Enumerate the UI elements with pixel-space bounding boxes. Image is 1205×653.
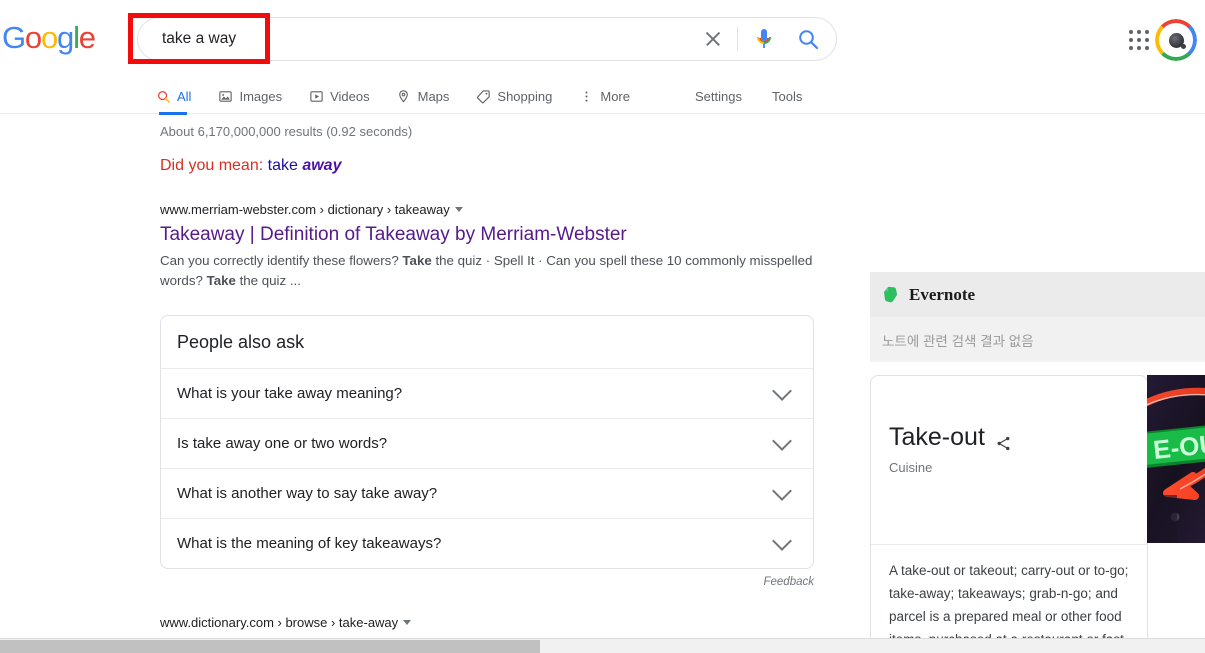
paa-question-text: Is take away one or two words? — [177, 435, 388, 452]
paa-question-text: What is your take away meaning? — [177, 385, 403, 402]
avatar-face — [1168, 32, 1186, 49]
tab-label: Videos — [330, 88, 370, 104]
search-icon[interactable] — [796, 27, 820, 51]
tab-label: Maps — [417, 88, 450, 104]
did-you-mean-correction[interactable]: away — [302, 157, 341, 174]
result-url-text: www.dictionary.com › browse › take-away — [160, 615, 399, 630]
paa-question-2[interactable]: Is take away one or two words? — [161, 418, 813, 468]
tab-label: Shopping — [497, 88, 553, 104]
did-you-mean-label: Did you mean: — [160, 157, 264, 174]
knowledge-panel-titlebox: Take-out Cuisine — [871, 376, 1147, 544]
divider — [737, 27, 738, 51]
result-snippet: Can you correctly identify these flowers… — [160, 251, 820, 291]
paa-question-1[interactable]: What is your take away meaning? — [161, 368, 813, 418]
evernote-elephant-icon — [882, 285, 901, 304]
search-tabs: All Images Videos Maps Shopping More — [155, 78, 656, 115]
knowledge-panel: Take-out Cuisine E-OUT A take-out or tak… — [870, 375, 1205, 653]
apps-grid-icon[interactable] — [1127, 28, 1151, 52]
tab-label: Images — [239, 88, 283, 104]
avatar[interactable] — [1155, 19, 1197, 61]
tab-images[interactable]: Images — [217, 78, 282, 114]
evernote-empty-message: 노트에 관련 검색 결과 없음 — [882, 333, 1034, 349]
logo-letter-e: e — [78, 20, 96, 55]
google-search-results-page: Google take a way All Images Videos Maps… — [0, 0, 1205, 653]
evernote-panel: Evernote 노트에 관련 검색 결과 없음 — [870, 272, 1205, 362]
tab-shopping[interactable]: Shopping — [475, 78, 552, 114]
logo-letter-o2: o — [40, 20, 58, 55]
pin-icon — [396, 88, 412, 104]
paa-question-3[interactable]: What is another way to say take away? — [161, 468, 813, 518]
search-results-column: About 6,170,000,000 results (0.92 second… — [160, 114, 820, 653]
result-url-text: www.merriam-webster.com › dictionary › t… — [160, 202, 450, 217]
result-url: www.merriam-webster.com › dictionary › t… — [160, 201, 820, 219]
avatar-image — [1159, 23, 1193, 57]
result-url: www.dictionary.com › browse › take-away — [160, 614, 820, 632]
feedback-link[interactable]: Feedback — [160, 576, 814, 588]
image-icon — [217, 88, 233, 104]
chevron-down-icon[interactable] — [772, 381, 792, 401]
chevron-down-icon[interactable] — [772, 531, 792, 551]
page-content: About 6,170,000,000 results (0.92 second… — [0, 114, 1205, 653]
logo-letter-G: G — [2, 20, 26, 55]
did-you-mean[interactable]: Did you mean: take away — [160, 157, 820, 175]
tab-maps[interactable]: Maps — [396, 78, 450, 114]
right-rail: Evernote 노트에 관련 검색 결과 없음 Take-out Cuisin… — [870, 114, 1205, 653]
logo-letter-g: g — [57, 20, 74, 55]
chevron-down-icon[interactable] — [454, 207, 463, 212]
did-you-mean-kept[interactable]: take — [268, 157, 298, 174]
evernote-header: Evernote — [870, 272, 1205, 317]
more-icon — [578, 88, 594, 104]
share-icon[interactable] — [995, 429, 1012, 450]
page-header: Google — [0, 0, 1205, 78]
knowledge-panel-title: Take-out — [889, 423, 985, 451]
tab-all[interactable]: All — [155, 78, 192, 115]
logo-letter-o1: o — [24, 20, 42, 55]
video-icon — [308, 88, 324, 104]
scrollbar-thumb[interactable] — [0, 640, 540, 653]
people-also-ask-heading: People also ask — [177, 332, 305, 352]
people-also-ask-box: People also ask What is your take away m… — [160, 315, 814, 569]
tag-icon — [475, 88, 491, 104]
search-tabs-bar: All Images Videos Maps Shopping More Set… — [0, 78, 1205, 115]
settings-button[interactable]: Settings — [695, 89, 742, 104]
search-box[interactable] — [137, 17, 837, 61]
paa-question-4[interactable]: What is the meaning of key takeaways? — [161, 518, 813, 568]
microphone-icon[interactable] — [752, 26, 776, 52]
search-input[interactable] — [138, 19, 700, 59]
tab-label: More — [600, 88, 630, 104]
evernote-body: 노트에 관련 검색 결과 없음 — [870, 317, 1205, 362]
snippet-part: Can you correctly identify these flowers… — [160, 253, 403, 268]
horizontal-scrollbar[interactable] — [0, 638, 1205, 653]
knowledge-panel-header: Take-out Cuisine E-OUT — [871, 375, 1205, 544]
search-result-1: www.merriam-webster.com › dictionary › t… — [160, 201, 820, 291]
knowledge-panel-description: A take-out or takeout; carry-out or to-g… — [871, 544, 1147, 653]
google-logo[interactable]: Google — [2, 20, 96, 55]
search-tools-group: Settings Tools — [695, 78, 832, 114]
snippet-part: the quiz ... — [235, 273, 301, 288]
snippet-bold: Take — [402, 253, 432, 268]
tab-label: All — [177, 88, 192, 104]
knowledge-panel-image[interactable]: E-OUT — [1147, 375, 1205, 543]
paa-question-text: What is the meaning of key takeaways? — [177, 535, 442, 552]
chevron-down-icon[interactable] — [403, 620, 412, 625]
search-icon — [155, 88, 171, 104]
tab-videos[interactable]: Videos — [308, 78, 370, 114]
chevron-down-icon[interactable] — [772, 481, 792, 501]
snippet-bold: Take — [206, 273, 236, 288]
result-title-link[interactable]: Takeaway | Definition of Takeaway by Mer… — [160, 222, 820, 247]
chevron-down-icon[interactable] — [772, 431, 792, 451]
tools-button[interactable]: Tools — [772, 89, 802, 104]
close-icon[interactable] — [700, 26, 726, 52]
paa-question-text: What is another way to say take away? — [177, 485, 438, 502]
tab-more[interactable]: More — [578, 78, 630, 114]
search-actions — [700, 26, 836, 52]
knowledge-panel-title-row: Take-out — [889, 422, 1147, 452]
result-stats: About 6,170,000,000 results (0.92 second… — [160, 124, 413, 139]
evernote-title: Evernote — [909, 284, 976, 304]
knowledge-panel-subtitle: Cuisine — [889, 460, 933, 475]
